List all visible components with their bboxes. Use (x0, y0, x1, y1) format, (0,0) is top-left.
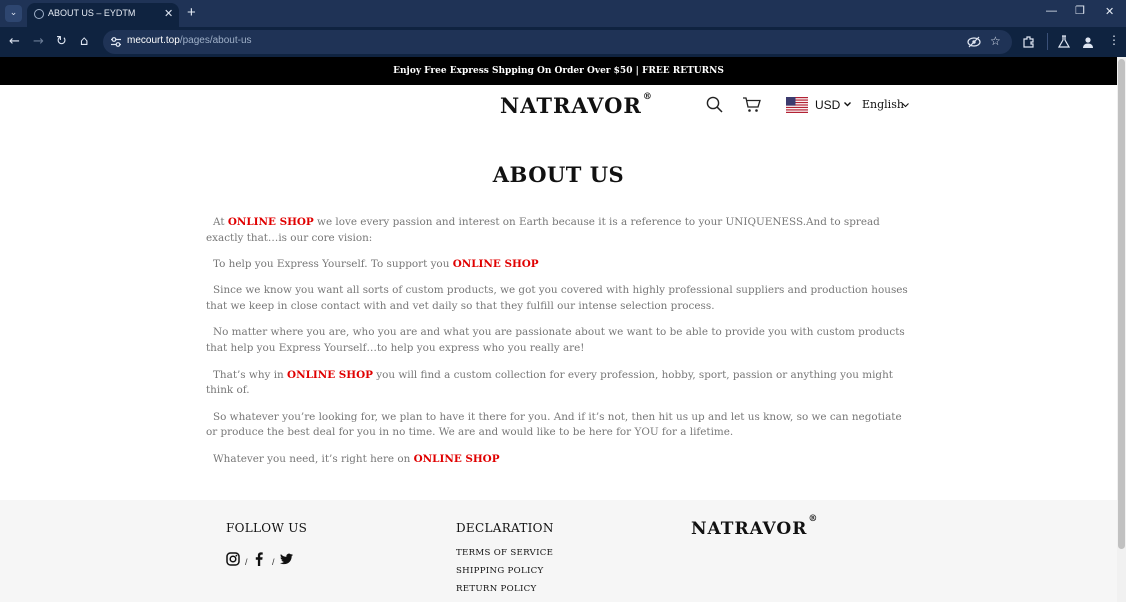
online-shop-highlight: ONLINE SHOP (413, 452, 500, 465)
cart-icon[interactable] (742, 96, 761, 113)
registered-mark: ® (642, 92, 653, 102)
tab-list-chevron-down-icon[interactable]: ⌄ (5, 5, 22, 22)
follow-us-heading: FOLLOW US (226, 521, 308, 535)
address-bar[interactable]: mecourt.top/pages/about-us ☆ (103, 30, 1012, 54)
about-content: At ONLINE SHOP we love every passion and… (206, 215, 916, 478)
instagram-icon[interactable] (226, 551, 240, 567)
webpage: Enjoy Free Express Shpping On Order Over… (0, 57, 1126, 602)
back-arrow-icon[interactable]: ← (9, 34, 20, 50)
about-paragraph: No matter where you are, who you are and… (206, 325, 916, 357)
shipping-policy-link[interactable]: SHIPPING POLICY (456, 566, 544, 576)
new-tab-plus-icon[interactable]: + (187, 4, 196, 21)
page-scrollbar[interactable] (1117, 57, 1126, 602)
restore-icon[interactable]: ❐ (1075, 4, 1085, 17)
footer: FOLLOW US / / DECLARATION TERMS OF SERVI… (0, 500, 1117, 602)
tab-title: ABOUT US – EYDTM (48, 8, 136, 18)
paragraph-text: To help you Express Yourself. To support… (213, 258, 453, 271)
about-paragraph: So whatever you’re looking for, we plan … (206, 410, 916, 442)
puzzle-icon[interactable] (1022, 35, 1035, 48)
forward-arrow-icon[interactable]: → (33, 34, 44, 50)
twitter-icon[interactable] (280, 551, 293, 567)
announcement-bar: Enjoy Free Express Shpping On Order Over… (0, 57, 1117, 85)
header-logo-text: NATRAVOR (500, 93, 642, 118)
minimize-icon[interactable]: — (1046, 5, 1057, 17)
window-close-icon[interactable]: ✕ (1105, 5, 1114, 18)
about-paragraph: To help you Express Yourself. To support… (206, 257, 916, 273)
home-icon[interactable]: ⌂ (80, 34, 88, 50)
footer-logo-text: NATRAVOR (691, 519, 808, 539)
language-selector[interactable]: English (862, 98, 904, 111)
us-flag-icon[interactable] (786, 97, 808, 113)
paragraph-text: Whatever you need, it’s right here on (213, 452, 414, 465)
social-separator: / (272, 557, 275, 567)
registered-mark: ® (808, 514, 819, 525)
social-separator: / (245, 557, 248, 567)
tune-icon[interactable] (110, 36, 122, 48)
close-tab-icon[interactable]: ✕ (164, 7, 173, 20)
browser-toolbar: ← → ↻ ⌂ mecourt.top/pages/about-us ☆ ⋮ (0, 27, 1126, 57)
online-shop-highlight: ONLINE SHOP (227, 216, 314, 228)
currency-selector[interactable]: USD (815, 98, 840, 112)
search-icon[interactable] (706, 96, 723, 113)
chevron-down-icon[interactable] (844, 102, 851, 107)
browser-tab[interactable]: ABOUT US – EYDTM ✕ (27, 3, 179, 27)
kebab-menu-icon[interactable]: ⋮ (1108, 33, 1120, 47)
paragraph-text: That’s why in (213, 368, 288, 381)
about-paragraph: Whatever you need, it’s right here on ON… (206, 452, 916, 468)
terms-of-service-link[interactable]: TERMS OF SERVICE (456, 548, 553, 558)
header-logo[interactable]: NATRAVOR® (500, 92, 653, 118)
flask-icon[interactable] (1058, 35, 1070, 48)
page-title: ABOUT US (492, 162, 625, 187)
globe-icon (34, 9, 44, 19)
star-icon[interactable]: ☆ (990, 34, 1001, 48)
scrollbar-thumb[interactable] (1118, 59, 1125, 549)
toolbar-divider (1047, 33, 1048, 50)
paragraph-text: At (213, 216, 228, 228)
facebook-icon[interactable] (255, 551, 263, 567)
person-icon[interactable] (1082, 36, 1094, 48)
online-shop-highlight: ONLINE SHOP (452, 258, 539, 271)
footer-logo[interactable]: NATRAVOR® (691, 514, 818, 539)
browser-tab-bar: ⌄ ABOUT US – EYDTM ✕ + — ❐ ✕ (0, 0, 1126, 27)
chevron-down-icon[interactable] (902, 103, 909, 108)
about-paragraph: Since we know you want all sorts of cust… (206, 283, 916, 315)
eye-off-icon[interactable] (967, 36, 981, 48)
about-paragraph: At ONLINE SHOP we love every passion and… (206, 215, 916, 247)
url-host: mecourt.top (127, 35, 180, 46)
about-paragraph: That’s why in ONLINE SHOP you will find … (206, 368, 916, 400)
url-path: /pages/about-us (179, 35, 252, 46)
reload-icon[interactable]: ↻ (56, 34, 67, 50)
paragraph-text: So whatever you’re looking for, we plan … (206, 410, 902, 439)
return-policy-link[interactable]: RETURN POLICY (456, 584, 537, 594)
paragraph-text: No matter where you are, who you are and… (206, 326, 905, 355)
url-text: mecourt.top/pages/about-us (127, 35, 252, 46)
online-shop-highlight: ONLINE SHOP (287, 368, 373, 381)
paragraph-text: Since we know you want all sorts of cust… (206, 284, 908, 313)
declaration-heading: DECLARATION (456, 521, 554, 535)
